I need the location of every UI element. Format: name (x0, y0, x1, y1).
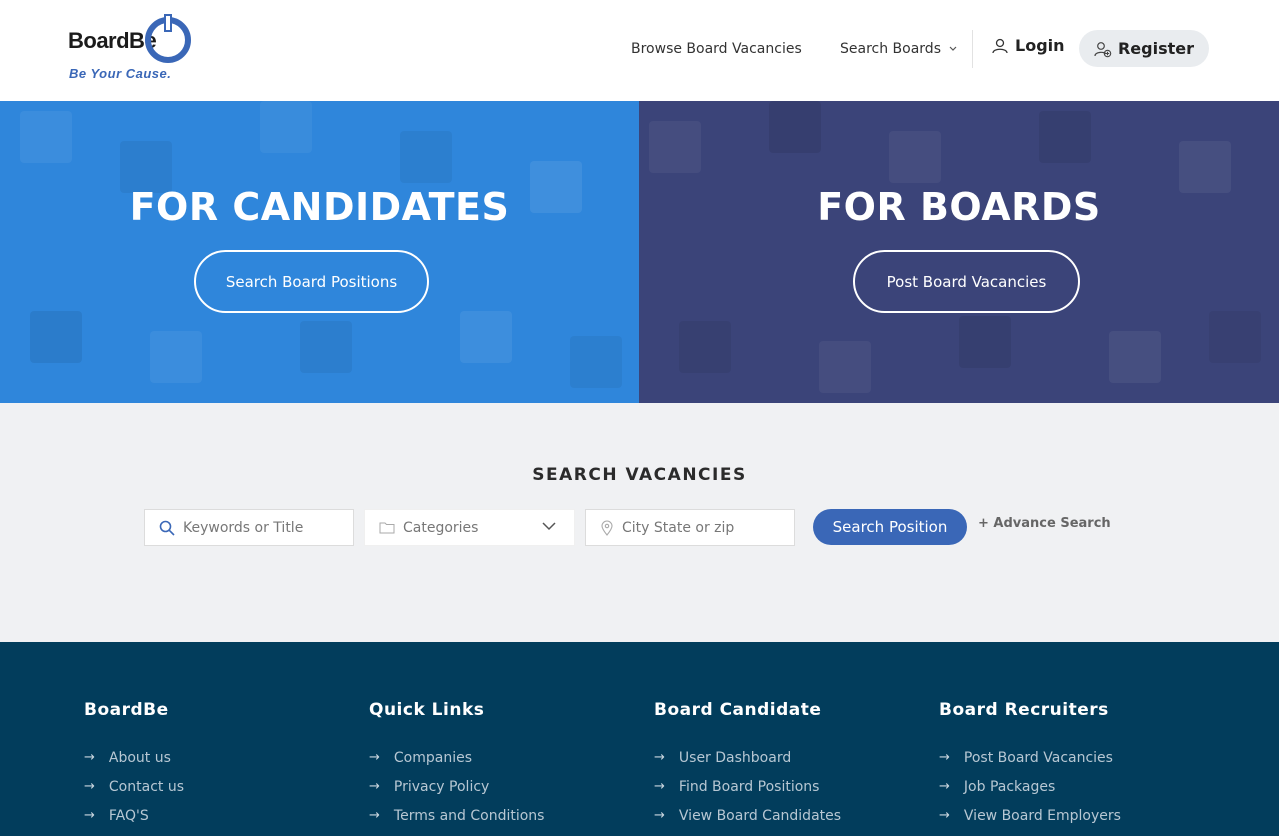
search-vacancies-title: SEARCH VACANCIES (532, 465, 747, 485)
footer-link-terms[interactable]: → Terms and Conditions (369, 801, 544, 830)
register-button[interactable]: Register (1079, 30, 1209, 67)
arrow-right-icon: → (939, 750, 950, 765)
footer-link-job-packages[interactable]: → Job Packages (939, 772, 1121, 801)
map-pin-icon (601, 520, 613, 536)
footer-link-label: FAQ'S (108, 807, 149, 824)
arrow-right-icon: → (84, 750, 95, 765)
power-ring-icon (145, 14, 191, 63)
footer-link-label: Companies (393, 749, 473, 766)
search-icon (159, 520, 175, 536)
footer-link-label: Job Packages (963, 778, 1056, 795)
hero-candidates-panel: FOR CANDIDATES Search Board Positions (0, 101, 639, 403)
location-placeholder: City State or zip (622, 519, 735, 536)
folder-icon (379, 522, 395, 533)
footer-link-label: About us (108, 749, 171, 766)
nav-search-boards[interactable]: Search Boards (840, 41, 957, 57)
arrow-right-icon: → (369, 779, 380, 794)
user-icon (992, 38, 1008, 53)
arrow-right-icon: → (939, 808, 950, 823)
arrow-right-icon: → (84, 808, 95, 823)
footer-col-title: Board Candidate (654, 700, 822, 720)
footer-col-title: Quick Links (369, 700, 485, 720)
advance-search-link[interactable]: + Advance Search (978, 516, 1111, 531)
footer-col-board-recruiters: Board Recruiters → Post Board Vacancies →… (939, 700, 1121, 830)
footer-link-label: Contact us (108, 778, 184, 795)
search-vacancies-section: SEARCH VACANCIES Keywords or Title Categ… (0, 403, 1279, 642)
arrow-right-icon: → (939, 779, 950, 794)
footer-link-label: Privacy Policy (393, 778, 490, 795)
nav-search-boards-label: Search Boards (840, 41, 941, 57)
footer-link-find-positions[interactable]: → Find Board Positions (654, 772, 841, 801)
arrow-right-icon: → (84, 779, 95, 794)
footer-link-companies[interactable]: → Companies (369, 743, 544, 772)
chevron-down-icon (542, 522, 556, 531)
footer-link-privacy[interactable]: → Privacy Policy (369, 772, 544, 801)
nav-browse-vacancies[interactable]: Browse Board Vacancies (631, 41, 802, 57)
hero-section: FOR CANDIDATES Search Board Positions FO… (0, 101, 1279, 403)
hero-candidates-title: FOR CANDIDATES (129, 185, 510, 229)
footer-link-label: Post Board Vacancies (963, 749, 1113, 766)
keywords-input[interactable]: Keywords or Title (144, 509, 354, 546)
arrow-right-icon: → (654, 808, 665, 823)
register-label: Register (1117, 39, 1195, 58)
site-header: BoardBe Be Your Cause. Browse Board Vaca… (0, 0, 1279, 101)
hero-boards-title: FOR BOARDS (817, 185, 1101, 229)
chevron-down-icon (949, 46, 957, 51)
footer-link-view-candidates[interactable]: → View Board Candidates (654, 801, 841, 830)
footer-link-contact[interactable]: → Contact us (84, 772, 184, 801)
categories-select[interactable]: Categories (364, 509, 575, 546)
arrow-right-icon: → (369, 750, 380, 765)
footer-link-user-dashboard[interactable]: → User Dashboard (654, 743, 841, 772)
footer-link-faqs[interactable]: → FAQ'S (84, 801, 184, 830)
keywords-placeholder: Keywords or Title (183, 519, 304, 536)
footer-link-label: View Board Candidates (678, 807, 842, 824)
site-footer: BoardBe → About us → Contact us → FAQ'S Qui… (0, 642, 1279, 836)
footer-link-label: View Board Employers (963, 807, 1121, 824)
footer-link-post-vacancies[interactable]: → Post Board Vacancies (939, 743, 1121, 772)
location-input[interactable]: City State or zip (585, 509, 795, 546)
footer-col-title: BoardBe (84, 700, 169, 720)
search-board-positions-button[interactable]: Search Board Positions (194, 250, 429, 313)
login-label: Login (1015, 36, 1065, 55)
boardbe-logo[interactable]: BoardBe Be Your Cause. (68, 8, 198, 84)
user-plus-icon (1094, 41, 1112, 57)
arrow-right-icon: → (654, 779, 665, 794)
footer-col-boardbe: BoardBe → About us → Contact us → FAQ'S (84, 700, 184, 830)
post-board-vacancies-button[interactable]: Post Board Vacancies (853, 250, 1080, 313)
logo-tagline: Be Your Cause. (69, 66, 172, 81)
footer-col-quick-links: Quick Links → Companies → Privacy Policy →… (369, 700, 544, 830)
footer-link-about[interactable]: → About us (84, 743, 184, 772)
footer-link-label: Find Board Positions (678, 778, 820, 795)
arrow-right-icon: → (654, 750, 665, 765)
footer-col-title: Board Recruiters (939, 700, 1109, 720)
login-link[interactable]: Login (991, 36, 1065, 55)
search-position-button[interactable]: Search Position (813, 509, 967, 545)
footer-link-view-employers[interactable]: → View Board Employers (939, 801, 1121, 830)
hero-boards-panel: FOR BOARDS Post Board Vacancies (639, 101, 1279, 403)
categories-value: Categories (403, 519, 479, 536)
nav-divider (972, 30, 973, 68)
footer-col-board-candidate: Board Candidate → User Dashboard → Find Bo… (654, 700, 841, 830)
footer-link-label: Terms and Conditions (393, 807, 545, 824)
footer-link-label: User Dashboard (678, 749, 792, 766)
arrow-right-icon: → (369, 808, 380, 823)
